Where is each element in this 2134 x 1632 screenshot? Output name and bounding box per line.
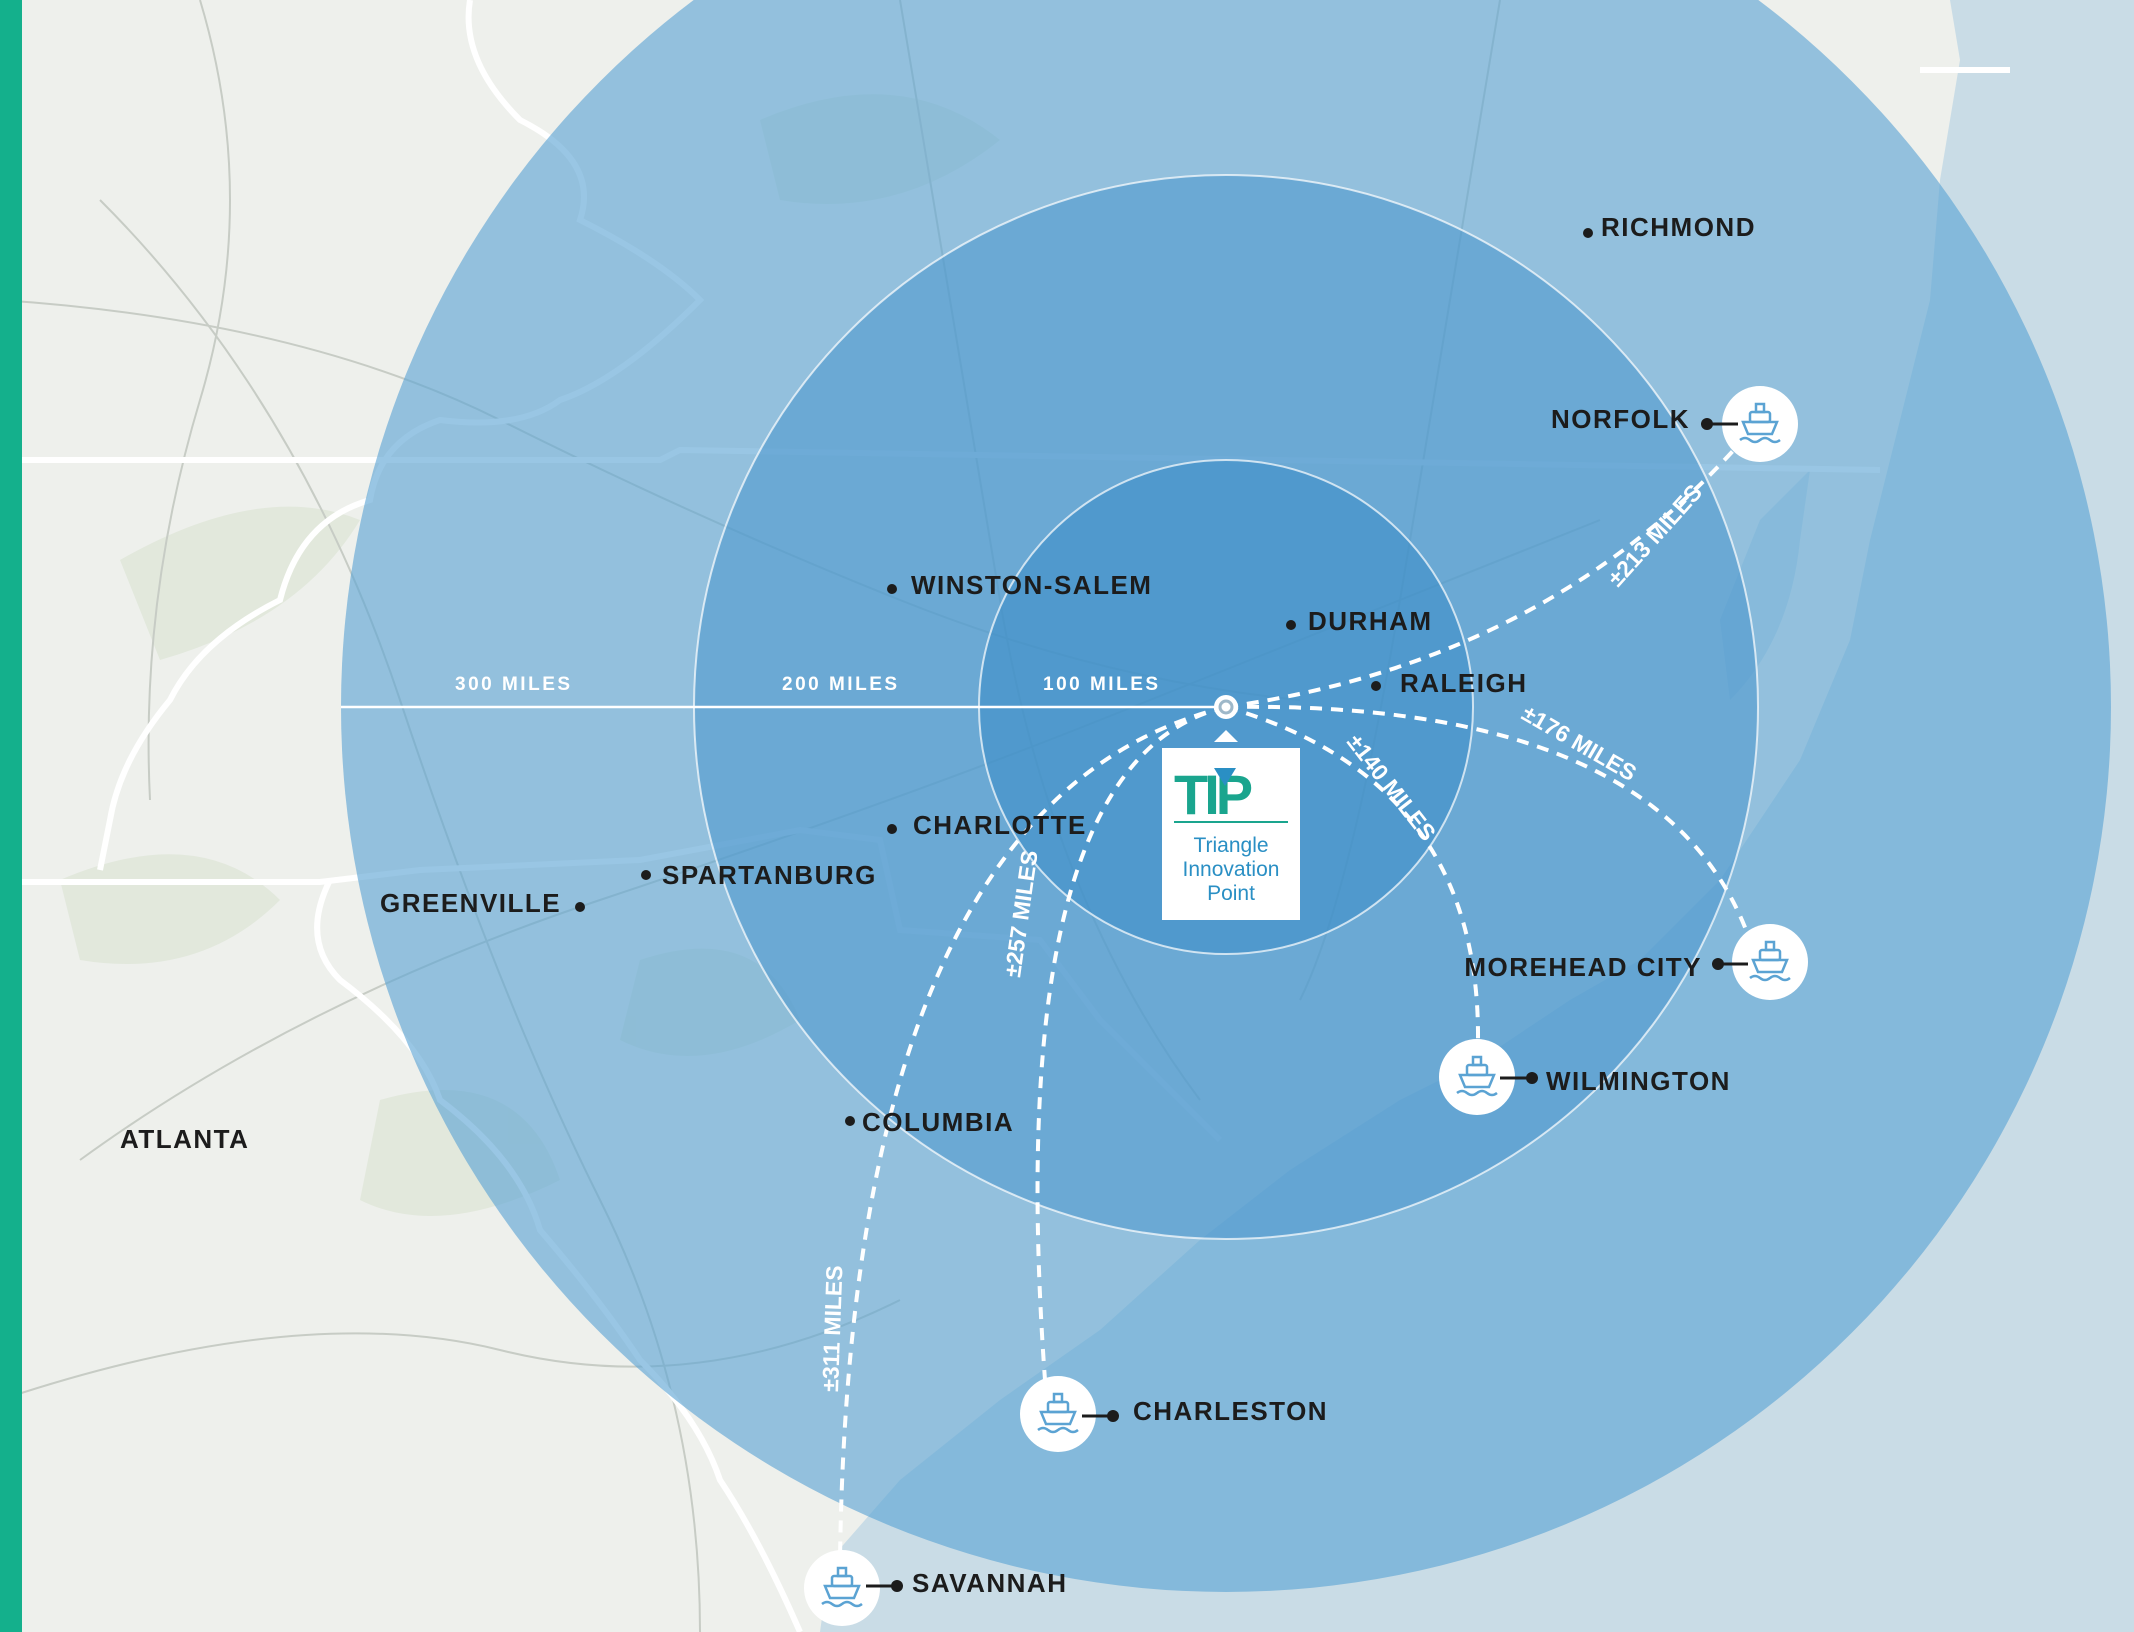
- logo-line-2: Innovation: [1183, 858, 1280, 881]
- city-charlotte[interactable]: CHARLOTTE: [887, 810, 1087, 840]
- city-spartanburg[interactable]: SPARTANBURG: [641, 860, 877, 890]
- port-label-morehead-city: MOREHEAD CITY: [1464, 952, 1702, 982]
- city-label-greenville: GREENVILLE: [380, 888, 561, 918]
- port-label-savannah: SAVANNAH: [912, 1568, 1067, 1598]
- logo-line-3: Point: [1207, 882, 1255, 905]
- city-richmond[interactable]: RICHMOND: [1583, 212, 1756, 242]
- city-atlanta[interactable]: ATLANTA: [120, 1124, 249, 1154]
- city-columbia[interactable]: COLUMBIA: [845, 1107, 1014, 1137]
- city-label-spartanburg: SPARTANBURG: [662, 860, 877, 890]
- map-canvas: 300 MILES 200 MILES 100 MILES ±213 MILES…: [0, 0, 2134, 1632]
- port-label-wilmington: WILMINGTON: [1546, 1066, 1731, 1096]
- city-winston-salem[interactable]: WINSTON-SALEM: [887, 570, 1152, 600]
- radius-label-100: 100 MILES: [1043, 674, 1161, 695]
- port-label-charleston: CHARLESTON: [1133, 1396, 1328, 1426]
- city-label-atlanta: ATLANTA: [120, 1124, 249, 1154]
- radius-label-300: 300 MILES: [455, 674, 573, 695]
- tip-logo: TIP Triangle Innovation Point: [1162, 730, 1300, 920]
- origin-marker[interactable]: [1214, 695, 1238, 719]
- city-label-durham: DURHAM: [1308, 606, 1433, 636]
- port-label-norfolk: NORFOLK: [1551, 404, 1690, 434]
- city-label-raleigh: RALEIGH: [1400, 668, 1528, 698]
- logo-mark: TIP: [1174, 763, 1252, 826]
- city-label-columbia: COLUMBIA: [862, 1107, 1014, 1137]
- city-label-charlotte: CHARLOTTE: [913, 810, 1087, 840]
- accent-bar: [0, 0, 22, 1632]
- city-label-winston-salem: WINSTON-SALEM: [911, 570, 1152, 600]
- logo-line-1: Triangle: [1193, 834, 1268, 857]
- radius-label-200: 200 MILES: [782, 674, 900, 695]
- city-label-richmond: RICHMOND: [1601, 212, 1756, 242]
- city-greenville[interactable]: GREENVILLE: [380, 888, 585, 918]
- distance-label-savannah: ±311 MILES: [817, 1265, 847, 1392]
- city-durham[interactable]: DURHAM: [1286, 606, 1433, 636]
